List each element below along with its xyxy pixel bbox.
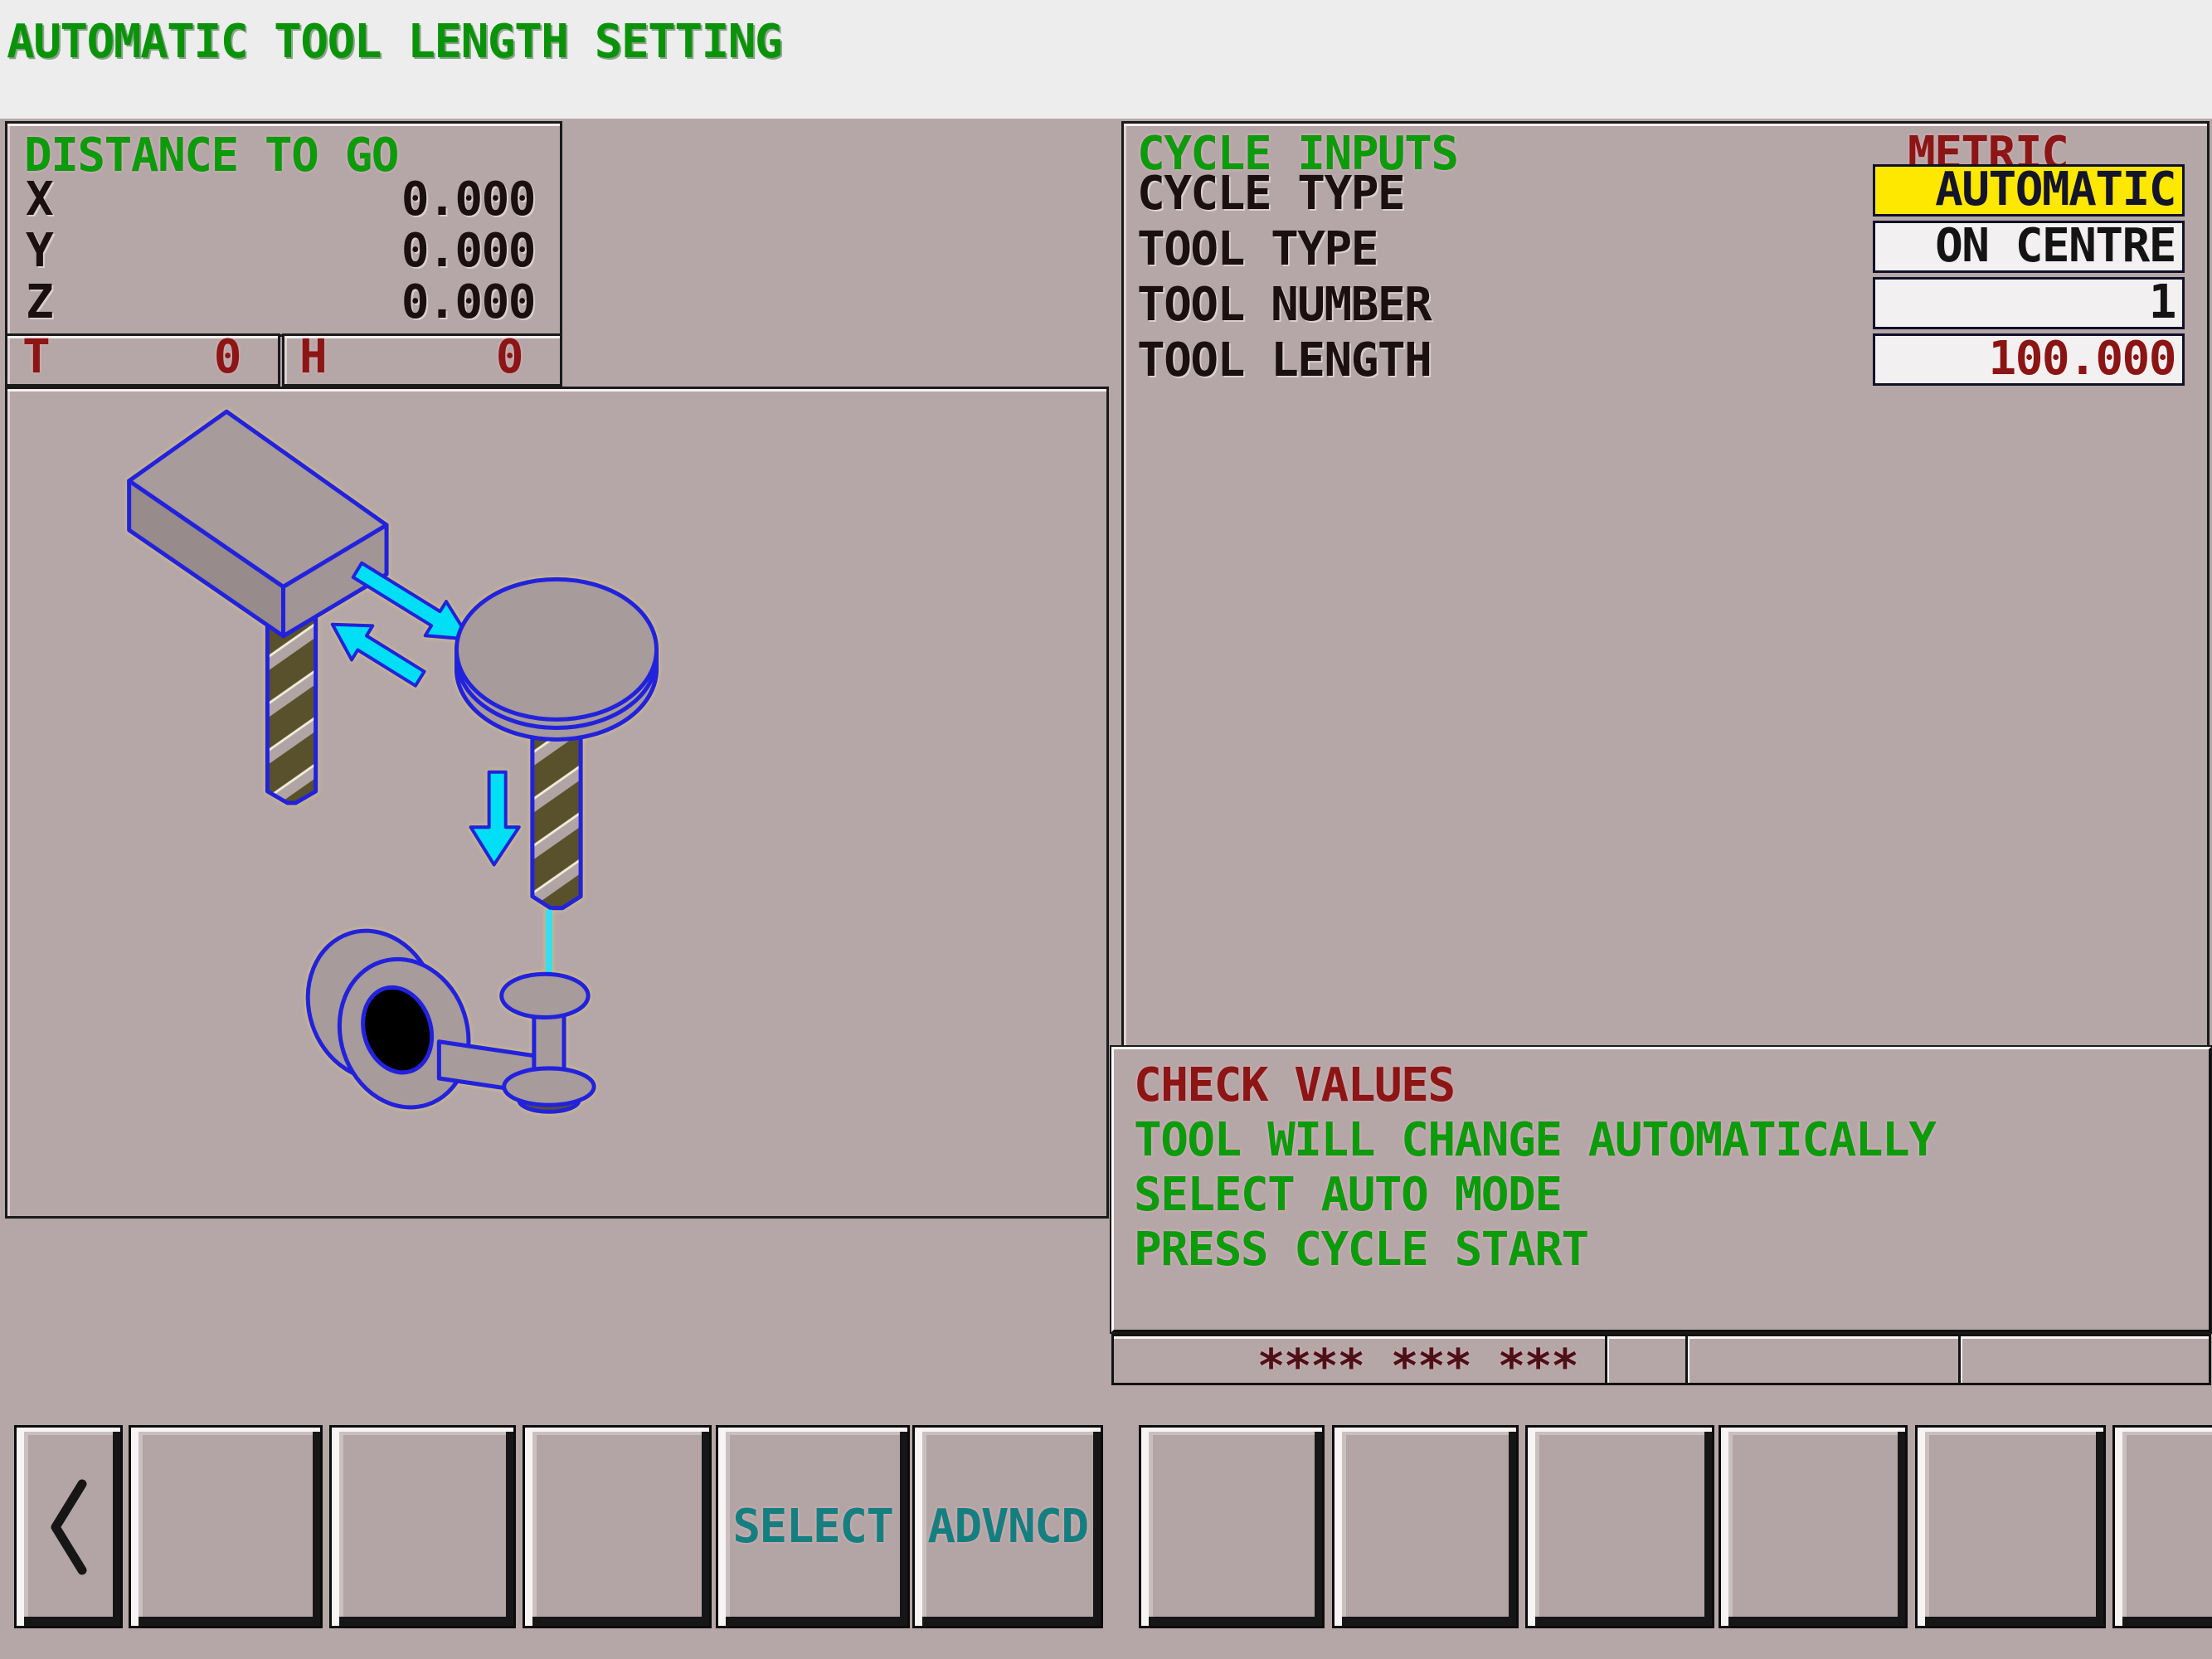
status-cell: [1958, 1336, 2209, 1383]
program-display: **** *** ***: [1257, 1340, 1578, 1394]
cycle-type-field[interactable]: AUTOMATIC: [1873, 164, 2185, 216]
softkey-button[interactable]: [1525, 1425, 1714, 1628]
softkey-button[interactable]: [1139, 1425, 1325, 1628]
axis-label-y: Y: [26, 226, 52, 276]
page-title: AUTOMATIC TOOL LENGTH SETTING: [7, 15, 781, 69]
status-cell: [1685, 1336, 1958, 1383]
spindle-drill: [532, 714, 581, 907]
touch-probe: [289, 910, 594, 1125]
height-offset-value: 0: [496, 336, 523, 379]
message-line: SELECT AUTO MODE: [1134, 1172, 1561, 1219]
status-bar: **** *** ***: [1111, 1334, 2211, 1385]
message-title: CHECK VALUES: [1134, 1063, 1455, 1109]
down-arrow-icon: [471, 772, 519, 865]
tool-type-label: TOOL TYPE: [1137, 225, 1378, 275]
axis-row-x: X 0.000: [7, 175, 560, 225]
cycle-input-fields: AUTOMATIC ON CENTRE 1 100.000: [1873, 164, 2185, 390]
softkey-button[interactable]: [1332, 1425, 1519, 1628]
tool-type-field[interactable]: ON CENTRE: [1873, 221, 2185, 273]
message-line: PRESS CYCLE START: [1134, 1227, 1588, 1273]
message-line: TOOL WILL CHANGE AUTOMATICALLY: [1134, 1117, 1935, 1164]
tool-length-field[interactable]: 100.000: [1873, 333, 2185, 386]
cycle-inputs-panel: CYCLE INPUTS METRIC CYCLE TYPE TOOL TYPE…: [1121, 121, 2210, 1049]
axis-label-x: X: [26, 175, 52, 225]
tool-length-field-label: TOOL LENGTH: [1137, 336, 1431, 386]
title-bar: AUTOMATIC TOOL LENGTH SETTING: [0, 0, 2212, 119]
tool-number-value: 0: [214, 336, 241, 379]
axis-value-z: 0.000: [401, 278, 535, 328]
softkey-button[interactable]: [2112, 1425, 2212, 1628]
tool-number-label: T: [22, 336, 49, 379]
tool-length-setting-diagram-icon: [7, 389, 1106, 1216]
spindle-disc: [456, 579, 656, 739]
message-box: CHECK VALUES TOOL WILL CHANGE AUTOMATICA…: [1111, 1047, 2211, 1332]
softkey-button[interactable]: [329, 1425, 516, 1628]
program-display-cell: **** *** ***: [1114, 1336, 1605, 1383]
cycle-type-label: CYCLE TYPE: [1137, 169, 1404, 219]
axis-row-y: Y 0.000: [7, 226, 560, 276]
axis-label-z: Z: [26, 278, 52, 328]
probe-beam-line: [546, 910, 552, 975]
softkey-button[interactable]: [1719, 1425, 1908, 1628]
softkey-button[interactable]: [1915, 1425, 2106, 1628]
softkey-button[interactable]: [129, 1425, 323, 1628]
axis-value-x: 0.000: [401, 175, 535, 225]
diagram-panel: [5, 387, 1109, 1219]
tool-number-field[interactable]: 1: [1873, 277, 2185, 329]
distance-to-go-panel: DISTANCE TO GO X 0.000 Y 0.000 Z 0.000: [5, 121, 562, 337]
holder-drill: [267, 615, 315, 803]
status-cell: [1605, 1336, 1685, 1383]
tool-number-field-label: TOOL NUMBER: [1137, 280, 1431, 330]
height-offset-cell: H 0: [282, 333, 562, 387]
softkey-button[interactable]: [523, 1425, 712, 1628]
height-offset-label: H: [299, 336, 326, 379]
tool-number-cell: T 0: [5, 333, 280, 387]
softkey-back-button[interactable]: [14, 1425, 123, 1628]
softkey-select-button[interactable]: SELECT: [716, 1425, 910, 1628]
chevron-left-icon: [49, 1479, 89, 1575]
axis-value-y: 0.000: [401, 226, 535, 276]
axis-row-z: Z 0.000: [7, 278, 560, 328]
softkey-advncd-button[interactable]: ADVNCD: [912, 1425, 1103, 1628]
tool-holder-block: [129, 411, 386, 636]
